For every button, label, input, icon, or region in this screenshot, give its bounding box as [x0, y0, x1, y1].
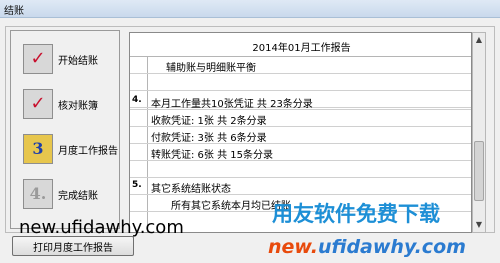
watermark-url: new.ufidawhy.com: [19, 217, 184, 238]
scroll-thumb[interactable]: [474, 141, 484, 201]
nav-label: 完成结账: [58, 190, 98, 202]
scroll-up-icon[interactable]: ▲: [473, 33, 485, 47]
report-header: 2014年01月工作报告: [130, 33, 471, 57]
watermark-chinese: 用友软件免费下载: [272, 202, 440, 226]
report-title: 2014年01月工作报告: [252, 43, 351, 54]
step-4-icon: 4.: [23, 179, 53, 209]
report-row: 4. 本月工作量共10张凭证 共 23条分录: [130, 93, 471, 110]
report-row: 转账凭证: 6张 共 15条分录: [130, 144, 471, 161]
step-nav-panel: ✓ 开始结账 ✓ 核对账簿 3 月度工作报告 4. 完成结账: [10, 30, 120, 229]
title-bar: 结账: [0, 0, 500, 18]
nav-finish-closing[interactable]: 4. 完成结账: [15, 176, 119, 212]
report-row: 5. 其它系统结账状态: [130, 178, 471, 195]
checkmark-icon: ✓: [23, 89, 53, 119]
scroll-down-icon[interactable]: ▼: [473, 218, 485, 232]
nav-start-closing[interactable]: ✓ 开始结账: [15, 41, 119, 77]
nav-label: 月度工作报告: [58, 145, 118, 157]
report-row: 收款凭证: 1张 共 2条分录: [130, 110, 471, 127]
print-monthly-report-button[interactable]: 打印月度工作报告: [12, 236, 134, 256]
report-row: [130, 74, 471, 91]
nav-label: 开始结账: [58, 55, 98, 67]
report-row: [130, 161, 471, 178]
window-title: 结账: [4, 6, 24, 17]
vertical-scrollbar[interactable]: ▲ ▼: [472, 32, 486, 233]
nav-monthly-report[interactable]: 3 月度工作报告: [15, 131, 119, 167]
step-3-icon: 3: [23, 134, 53, 164]
report-row: 付款凭证: 3张 共 6条分录: [130, 127, 471, 144]
nav-label: 核对账簿: [58, 100, 98, 112]
report-row: 辅助账与明细账平衡: [130, 57, 471, 74]
nav-check-ledgers[interactable]: ✓ 核对账簿: [15, 86, 119, 122]
watermark-logo: new.ufidawhy.com: [268, 236, 466, 258]
checkmark-icon: ✓: [23, 44, 53, 74]
